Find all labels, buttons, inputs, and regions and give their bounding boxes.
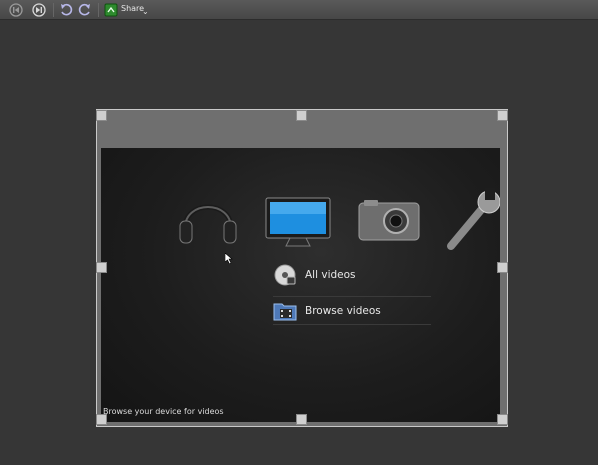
share-label[interactable]: Share [121, 4, 144, 13]
menu-item-label: Browse videos [305, 304, 381, 317]
mouse-cursor-icon [225, 253, 233, 264]
rotate-right-icon [78, 3, 90, 16]
next-icon [32, 3, 46, 17]
chevron-down-icon[interactable]: ⌄ [142, 7, 149, 16]
video-disc-icon [273, 264, 297, 286]
resize-handle-right[interactable] [497, 262, 508, 273]
rotate-left-icon [61, 3, 73, 16]
tv-icon[interactable] [264, 196, 332, 250]
menu-item-label: All videos [305, 268, 356, 281]
resize-handle-top-left[interactable] [96, 110, 107, 121]
resize-handle-left[interactable] [96, 262, 107, 273]
resize-handle-bottom-left[interactable] [96, 414, 107, 425]
prev-icon [9, 3, 23, 17]
menu-item-all-videos[interactable]: All videos [273, 261, 431, 288]
menu-divider [273, 324, 431, 325]
menu-item-browse-videos[interactable]: Browse videos [273, 297, 431, 324]
resize-handle-top[interactable] [296, 110, 307, 121]
share-icon [104, 3, 118, 17]
viewer-toolbar: Share ⌄ [0, 0, 598, 20]
toolbar-separator [53, 3, 54, 17]
resize-handle-bottom-right[interactable] [497, 414, 508, 425]
status-hint: Browse your device for videos [103, 407, 224, 416]
camera-icon[interactable] [356, 198, 422, 244]
rotate-right-button[interactable] [77, 2, 93, 18]
rotate-left-button[interactable] [58, 2, 74, 18]
headphones-icon[interactable] [177, 188, 239, 246]
previous-button[interactable] [8, 2, 24, 18]
film-folder-icon [273, 300, 297, 322]
wrench-icon[interactable] [445, 188, 500, 250]
share-button[interactable] [103, 2, 119, 18]
resize-handle-bottom[interactable] [296, 414, 307, 425]
resize-handle-top-right[interactable] [497, 110, 508, 121]
toolbar-separator [98, 3, 99, 17]
next-button[interactable] [31, 2, 47, 18]
